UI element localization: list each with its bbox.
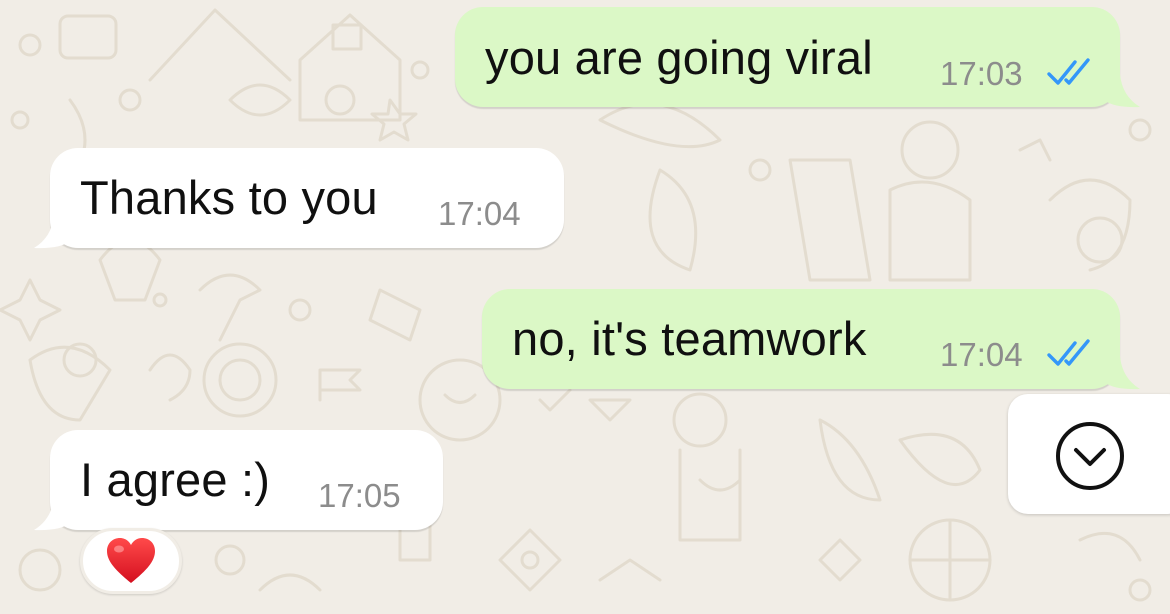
double-check-icon [1047, 339, 1090, 366]
message-timestamp: 17:03 [940, 55, 1023, 92]
message-timestamp: 17:05 [318, 477, 401, 514]
bubble-tail [1104, 356, 1140, 390]
heart-emoji [107, 538, 155, 583]
bubble-tail [34, 497, 70, 531]
bubble-tail [1104, 74, 1140, 108]
message-timestamp: 17:04 [438, 195, 521, 232]
bubble-tail [34, 215, 70, 249]
message-text: you are going viral [485, 31, 873, 84]
message-text: Thanks to you [80, 171, 378, 224]
message-text: no, it's teamwork [512, 312, 867, 365]
scroll-to-bottom-button[interactable] [1008, 394, 1170, 514]
message-text: I agree :) [80, 453, 271, 506]
chevron-down-circle-icon [1056, 422, 1124, 490]
message-timestamp: 17:04 [940, 336, 1023, 373]
double-check-icon [1047, 58, 1090, 85]
message-reaction[interactable] [80, 528, 182, 594]
